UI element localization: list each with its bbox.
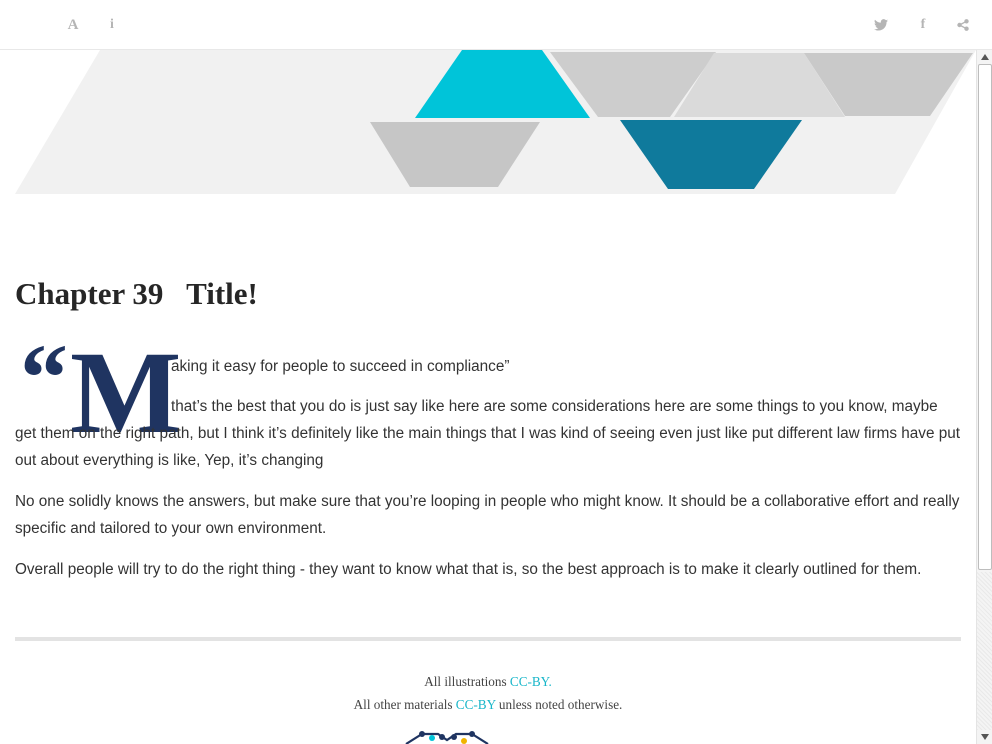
materials-cc-by-link[interactable]: CC-BY [456,697,496,712]
illustrations-license-line: All illustrations CC-BY. [0,670,976,693]
license-footer: All illustrations CC-BY. All other mater… [0,670,976,716]
paragraph-1-first-line: aking it easy for people to succeed in c… [171,358,510,375]
twitter-icon-svg [874,19,888,31]
content-divider [15,637,961,641]
scrollbar-thumb[interactable] [978,64,992,570]
scroll-up-glyph [981,54,989,60]
top-toolbar: A i f [0,0,992,50]
illustrations-label: All illustrations [424,674,510,689]
illustrations-cc-by-link[interactable]: CC-BY. [510,674,552,689]
share-icon-svg [957,19,969,31]
facebook-icon[interactable]: f [912,14,934,36]
paragraph-1: that’s the best that you do is just say … [15,398,960,469]
chapter-banner-illustration [15,50,976,194]
chapter-title: Chapter 39 Title! [15,276,258,311]
materials-license-line: All other materials CC-BY unless noted o… [0,693,976,716]
info-icon[interactable]: i [101,14,123,36]
paragraph-3: Overall people will try to do the right … [15,561,922,578]
twitter-icon[interactable] [870,14,892,36]
font-size-icon[interactable]: A [62,14,84,36]
scroll-up-arrow-icon[interactable] [977,50,992,64]
site-logo [405,731,489,744]
materials-suffix: unless noted otherwise. [495,697,623,712]
scroll-down-glyph [981,734,989,740]
paragraph-2: No one solidly knows the answers, but ma… [15,493,960,537]
materials-label: All other materials [353,697,456,712]
share-icon[interactable] [952,14,974,36]
scrollbar-track[interactable] [977,572,992,730]
scroll-down-arrow-icon[interactable] [977,730,992,744]
vertical-scrollbar[interactable] [976,50,992,744]
